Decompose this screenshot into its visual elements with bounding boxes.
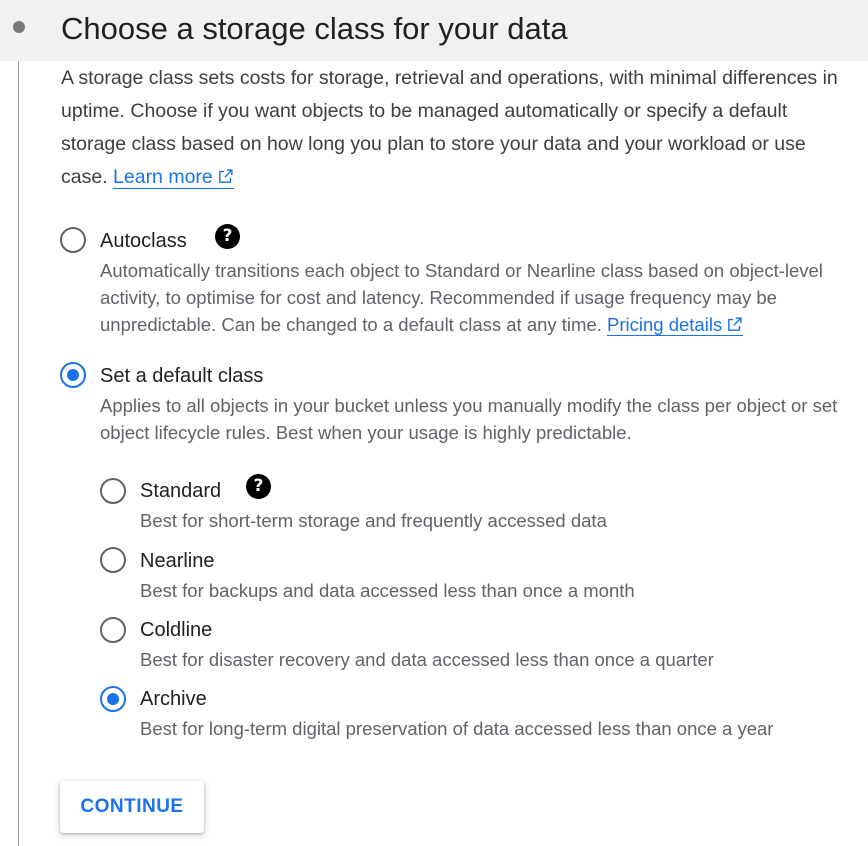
autoclass-help-icon[interactable]: ? — [215, 224, 240, 249]
coldline-label: Coldline — [140, 619, 213, 641]
autoclass-description: Automatically transitions each object to… — [100, 257, 855, 338]
default-class-radio[interactable] — [60, 362, 86, 388]
nearline-radio[interactable] — [100, 547, 126, 573]
external-link-icon — [728, 317, 742, 331]
nearline-label: Nearline — [140, 550, 215, 572]
archive-description: Best for long-term digital preservation … — [140, 718, 774, 739]
standard-radio[interactable] — [100, 478, 126, 504]
external-link-icon — [218, 169, 233, 183]
coldline-description: Best for disaster recovery and data acce… — [140, 649, 714, 670]
learn-more-link[interactable]: Learn more — [113, 166, 234, 189]
pricing-details-label: Pricing details — [607, 314, 723, 335]
standard-description: Best for short-term storage and frequent… — [140, 510, 607, 531]
section-intro: A storage class sets costs for storage, … — [61, 62, 851, 194]
section-title: Choose a storage class for your data — [61, 11, 568, 46]
nearline-description: Best for backups and data accessed less … — [140, 580, 635, 601]
coldline-radio[interactable] — [100, 617, 126, 643]
step-connector-line — [18, 61, 19, 846]
autoclass-radio[interactable] — [60, 227, 86, 253]
continue-button[interactable]: CONTINUE — [60, 781, 204, 833]
learn-more-label: Learn more — [113, 166, 213, 188]
standard-label: Standard — [140, 480, 222, 502]
section-header: Choose a storage class for your data — [0, 0, 868, 61]
autoclass-label: Autoclass — [100, 230, 187, 252]
default-class-description: Applies to all objects in your bucket un… — [100, 395, 838, 443]
archive-label: Archive — [140, 688, 207, 710]
default-class-label: Set a default class — [100, 365, 264, 387]
step-bullet-icon — [13, 21, 25, 33]
pricing-details-link[interactable]: Pricing details — [607, 314, 744, 336]
archive-radio[interactable] — [100, 686, 126, 712]
standard-help-icon[interactable]: ? — [246, 474, 271, 499]
